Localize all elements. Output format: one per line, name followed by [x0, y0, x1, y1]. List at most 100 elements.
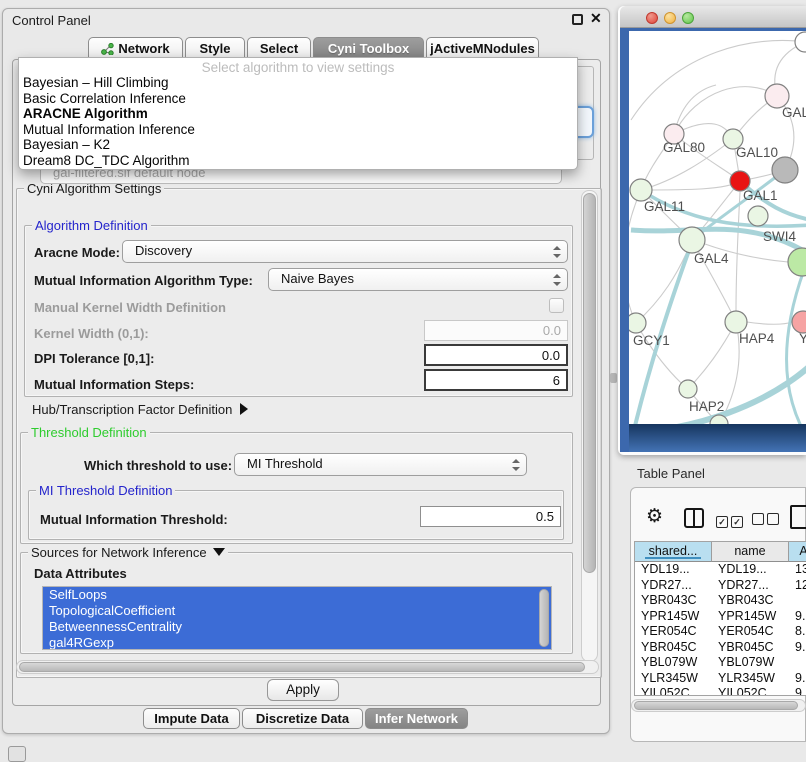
- apply-button[interactable]: Apply: [267, 679, 339, 701]
- table-row[interactable]: YIL052CYIL052C9.: [635, 686, 806, 696]
- list-item[interactable]: BetweennessCentrality: [43, 619, 551, 635]
- cell[interactable]: YBR045C: [712, 640, 789, 655]
- cell[interactable]: YER054C: [712, 624, 789, 639]
- dpi-tolerance-field[interactable]: 0.0: [424, 344, 568, 366]
- cell[interactable]: YIL052C: [635, 686, 712, 696]
- cell[interactable]: 9.: [789, 609, 805, 624]
- column-header-name[interactable]: name: [712, 542, 789, 562]
- table-row[interactable]: YPR145WYPR145W9.: [635, 609, 806, 625]
- node-bright-green[interactable]: [788, 248, 806, 276]
- window-minimize-icon[interactable]: [664, 12, 676, 24]
- network-canvas[interactable]: GAL GAL80 GAL10 GAL1 GAL11 SWI4 GAL4 GCY…: [629, 31, 806, 424]
- node-hap4[interactable]: [725, 311, 747, 333]
- node-salmon[interactable]: [792, 311, 806, 333]
- node-gcy1[interactable]: [629, 313, 646, 333]
- table-row[interactable]: YBR045CYBR045C9.: [635, 640, 806, 656]
- window-zoom-icon[interactable]: [682, 12, 694, 24]
- cell[interactable]: YBR045C: [635, 640, 712, 655]
- table-row[interactable]: YER054CYER054C8.: [635, 624, 806, 640]
- cell[interactable]: 13: [789, 562, 806, 577]
- cell[interactable]: 9.: [789, 686, 805, 696]
- table-row[interactable]: YBR043CYBR043C: [635, 593, 806, 609]
- aracne-mode-combo[interactable]: Discovery: [122, 240, 568, 263]
- cell[interactable]: YDL19...: [635, 562, 712, 577]
- settings-vscrollbar-thumb[interactable]: [583, 193, 596, 573]
- which-threshold-combo[interactable]: MI Threshold: [234, 453, 527, 476]
- list-item[interactable]: SelfLoops: [43, 587, 551, 603]
- settings-hscrollbar[interactable]: [16, 660, 599, 674]
- mi-steps-field[interactable]: 6: [424, 369, 568, 391]
- cell[interactable]: YLR345W: [712, 671, 789, 686]
- list-vscrollbar-thumb[interactable]: [539, 589, 549, 647]
- gear-icon[interactable]: ⚙: [646, 505, 663, 527]
- node-unlabeled[interactable]: [795, 32, 806, 52]
- tab-style[interactable]: Style: [185, 37, 245, 59]
- tab-network[interactable]: Network: [88, 37, 183, 59]
- node-hap2[interactable]: [679, 380, 697, 398]
- table-row[interactable]: YDL19...YDL19...13: [635, 562, 806, 578]
- cell[interactable]: YIL052C: [712, 686, 789, 696]
- tab-infer-network[interactable]: Infer Network: [365, 708, 468, 729]
- column-header-shared[interactable]: shared...: [635, 542, 712, 562]
- cell[interactable]: YER054C: [635, 624, 712, 639]
- list-item[interactable]: TopologicalCoefficient: [43, 603, 551, 619]
- dropdown-item[interactable]: Bayesian – Hill Climbing: [19, 75, 577, 91]
- tab-jactivemnodules[interactable]: jActiveMNodules: [426, 37, 539, 59]
- list-item[interactable]: gal4RGexp: [43, 635, 551, 650]
- cell[interactable]: YDR27...: [635, 578, 712, 593]
- cell[interactable]: YDR27...: [712, 578, 789, 593]
- cell[interactable]: YPR145W: [635, 609, 712, 624]
- kernel-width-field[interactable]: 0.0: [424, 320, 568, 341]
- cell[interactable]: 9.: [789, 671, 805, 686]
- cell[interactable]: 9.: [789, 640, 805, 655]
- float-panel-icon[interactable]: [572, 14, 583, 25]
- node-gal4[interactable]: [679, 227, 705, 253]
- network-tab-icon: [101, 40, 114, 52]
- cell[interactable]: YBL079W: [712, 655, 789, 670]
- deselect-all-columns-icon[interactable]: [752, 512, 779, 530]
- data-attributes-list[interactable]: SelfLoops TopologicalCoefficient Between…: [42, 586, 552, 650]
- hub-definition-toggle[interactable]: Hub/Transcription Factor Definition: [32, 402, 248, 417]
- cell[interactable]: YBR043C: [712, 593, 789, 608]
- collapse-down-icon[interactable]: [213, 548, 225, 556]
- tab-impute-data[interactable]: Impute Data: [143, 708, 240, 729]
- settings-vscrollbar[interactable]: [581, 190, 598, 662]
- tab-cyni-toolbox[interactable]: Cyni Toolbox: [313, 37, 424, 59]
- settings-hscrollbar-thumb[interactable]: [19, 662, 585, 672]
- cell[interactable]: YBR043C: [635, 593, 712, 608]
- dropdown-item[interactable]: Dream8 DC_TDC Algorithm: [19, 153, 577, 169]
- cell[interactable]: 8.: [789, 624, 805, 639]
- node-gal11[interactable]: [630, 179, 652, 201]
- table-hscrollbar-thumb[interactable]: [634, 701, 798, 710]
- table-row[interactable]: YLR345WYLR345W9.: [635, 671, 806, 687]
- split-pane-handle[interactable]: [610, 373, 617, 383]
- dropdown-item-aracne[interactable]: ARACNE Algorithm: [19, 106, 577, 122]
- tab-discretize-data[interactable]: Discretize Data: [242, 708, 363, 729]
- cell[interactable]: YDL19...: [712, 562, 789, 577]
- mi-threshold-field[interactable]: 0.5: [420, 506, 561, 527]
- document-icon[interactable]: [790, 505, 806, 529]
- cell[interactable]: YBL079W: [635, 655, 712, 670]
- tab-select[interactable]: Select: [247, 37, 311, 59]
- dropdown-item[interactable]: Bayesian – K2: [19, 137, 577, 153]
- split-columns-icon[interactable]: [684, 508, 704, 528]
- mi-type-combo[interactable]: Naive Bayes: [268, 268, 568, 291]
- table-hscrollbar[interactable]: [631, 699, 806, 712]
- close-icon[interactable]: ✕: [590, 10, 602, 27]
- table-row[interactable]: YBL079WYBL079W: [635, 655, 806, 671]
- cell[interactable]: YLR345W: [635, 671, 712, 686]
- dropdown-item[interactable]: Basic Correlation Inference: [19, 91, 577, 107]
- expand-right-icon[interactable]: [240, 403, 248, 415]
- sources-group-title[interactable]: Sources for Network Inference: [28, 545, 228, 560]
- cell[interactable]: YPR145W: [712, 609, 789, 624]
- node-swi4[interactable]: [748, 206, 768, 226]
- window-close-icon[interactable]: [646, 12, 658, 24]
- column-header-partial[interactable]: A: [789, 542, 806, 562]
- table-row[interactable]: YDR27...YDR27...12: [635, 578, 806, 594]
- minimized-panel-button[interactable]: [8, 746, 26, 762]
- select-all-columns-icon[interactable]: ✓✓: [716, 512, 743, 530]
- dropdown-item[interactable]: Mutual Information Inference: [19, 122, 577, 138]
- cell[interactable]: 12: [789, 578, 806, 593]
- manual-kernel-checkbox[interactable]: [549, 298, 564, 313]
- node-gray[interactable]: [772, 157, 798, 183]
